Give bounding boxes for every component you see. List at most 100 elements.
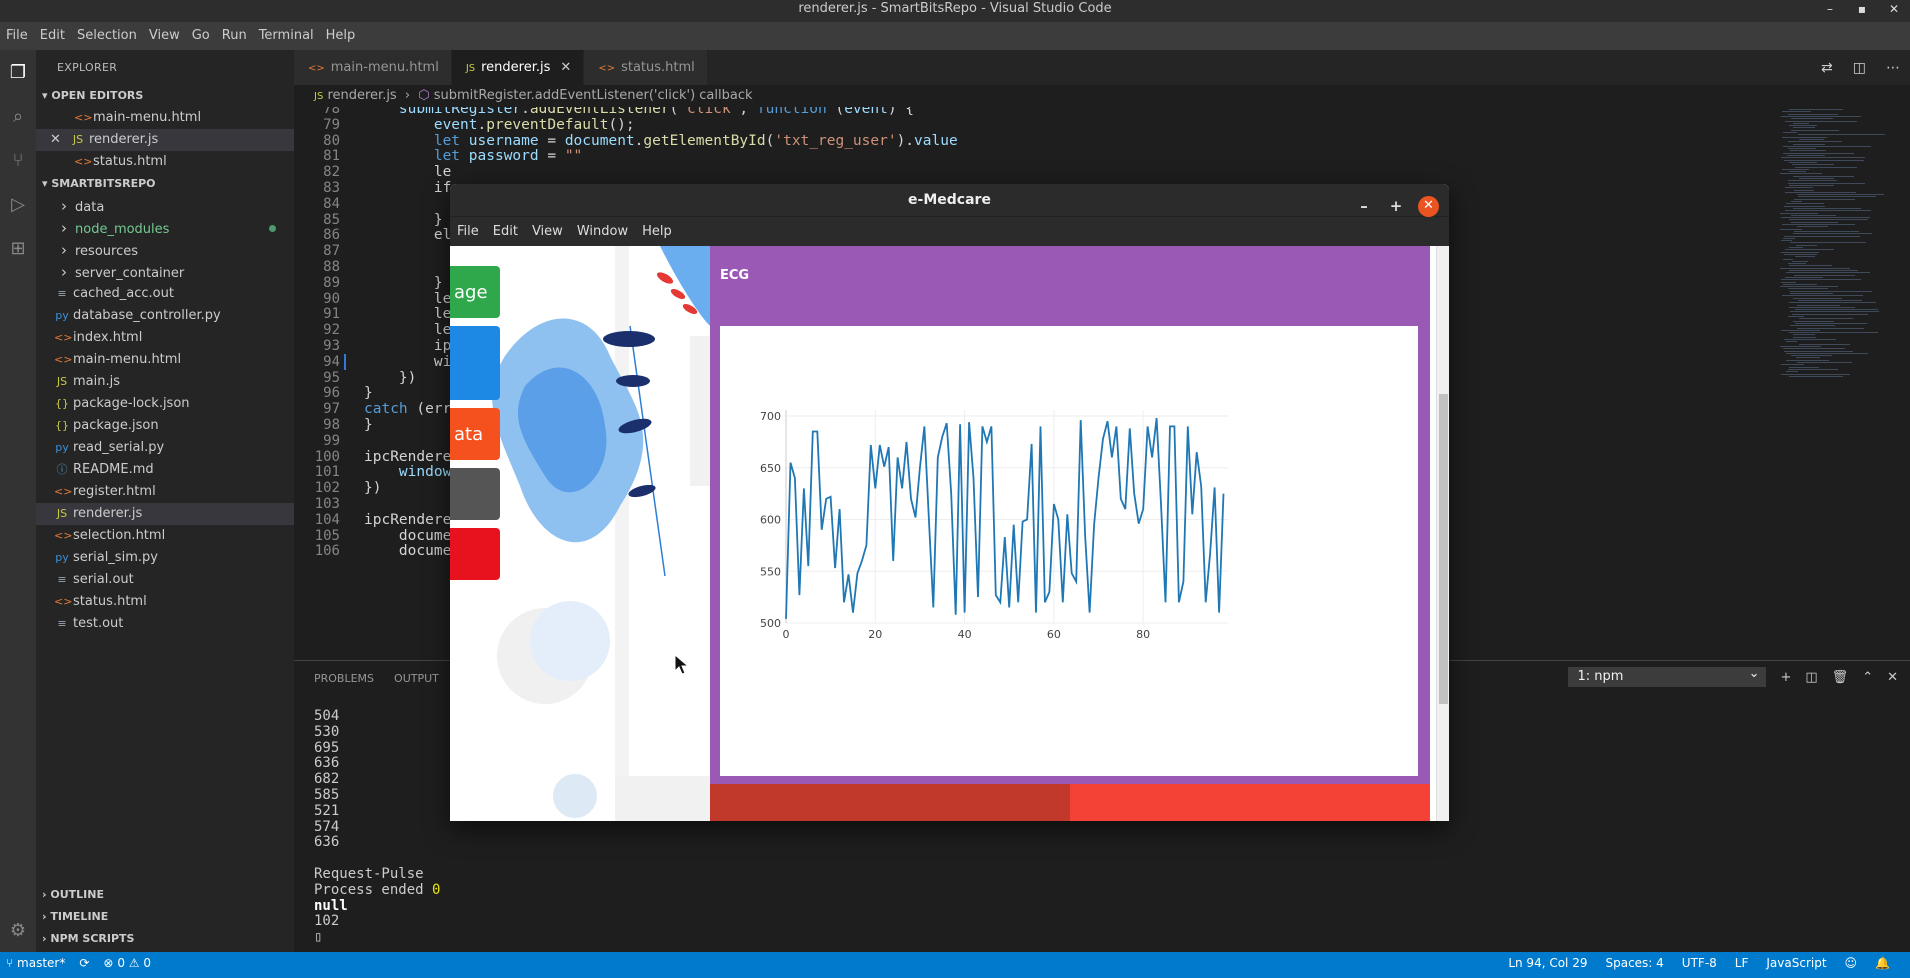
menu-file[interactable]: File <box>0 22 34 50</box>
extensions-icon[interactable]: ⊞ <box>0 226 36 270</box>
folder-item[interactable]: › resources <box>36 239 294 261</box>
file-item[interactable]: <>index.html <box>36 327 294 349</box>
outline-section[interactable]: › OUTLINE <box>36 884 294 906</box>
code-line[interactable]: window. <box>364 464 460 480</box>
breadcrumb-symbol[interactable]: submitRegister.addEventListener('click')… <box>434 88 753 103</box>
search-icon[interactable]: ⌕ <box>0 94 36 138</box>
explorer-icon[interactable]: ❐ <box>0 50 36 94</box>
tab-renderer[interactable]: JS renderer.js ✕ <box>451 50 585 85</box>
repo-section[interactable]: ▾ SMARTBITSREPO <box>36 173 294 195</box>
minimap[interactable] <box>1772 107 1910 660</box>
run-debug-icon[interactable]: ▷ <box>0 182 36 226</box>
menu-file[interactable]: File <box>450 224 486 239</box>
file-item[interactable]: <>main-menu.html <box>36 349 294 371</box>
file-item[interactable]: <>register.html <box>36 481 294 503</box>
open-editors-section[interactable]: ▾ OPEN EDITORS <box>36 85 294 107</box>
timeline-section[interactable]: › TIMELINE <box>36 906 294 928</box>
file-item[interactable]: py database_controller.py <box>36 305 294 327</box>
code-line[interactable]: ipcRendere <box>364 512 451 528</box>
gear-icon[interactable]: ⚙ <box>0 908 36 952</box>
menu-view[interactable]: View <box>525 224 570 239</box>
manage-button[interactable]: age <box>450 266 500 318</box>
maximize-icon[interactable]: ▪ <box>1846 0 1878 18</box>
code-line[interactable]: catch (err <box>364 401 451 417</box>
branch-item[interactable]: ⑂ master* <box>6 952 65 974</box>
split-editor-icon[interactable]: ◫ <box>1843 60 1876 76</box>
code-line[interactable]: } <box>364 275 443 291</box>
add-terminal-icon[interactable]: + <box>1780 670 1791 685</box>
menu-edit[interactable]: Edit <box>486 224 525 239</box>
menu-window[interactable]: Window <box>570 224 635 239</box>
indentation[interactable]: Spaces: 4 <box>1605 952 1663 974</box>
maximize-icon[interactable]: + <box>1386 190 1406 222</box>
code-line[interactable]: ip <box>364 338 451 354</box>
code-line[interactable]: le <box>364 322 451 338</box>
bell-icon[interactable]: 🔔 <box>1875 952 1890 974</box>
tab-status[interactable]: <> status.html <box>584 50 708 85</box>
minimize-icon[interactable]: – <box>1814 0 1846 18</box>
folder-item[interactable]: › node_modules <box>36 217 294 239</box>
split-terminal-icon[interactable]: ◫ <box>1805 670 1817 685</box>
menu-selection[interactable]: Selection <box>71 22 143 50</box>
code-line[interactable]: }) <box>364 480 381 496</box>
code-line[interactable]: }) <box>364 370 416 386</box>
file-item[interactable]: py read_serial.py <box>36 437 294 459</box>
code-line[interactable]: let password = "" <box>364 148 582 164</box>
close-icon[interactable]: ✕ <box>1887 670 1898 685</box>
file-item[interactable]: py serial_sim.py <box>36 547 294 569</box>
code-line[interactable]: docume <box>364 543 451 559</box>
close-icon[interactable]: ✕ <box>560 60 571 75</box>
menu-edit[interactable]: Edit <box>34 22 71 50</box>
file-item[interactable]: JS renderer.js <box>36 503 294 525</box>
code-line[interactable]: wi <box>364 354 451 370</box>
menu-help[interactable]: Help <box>320 22 362 50</box>
code-line[interactable]: le <box>364 291 451 307</box>
chevron-up-icon[interactable]: ⌃ <box>1862 670 1873 685</box>
code-line[interactable]: submitRegister.addEventListener('click',… <box>364 107 914 117</box>
red-button[interactable] <box>450 528 500 580</box>
folder-item[interactable]: › server_container <box>36 261 294 283</box>
file-item[interactable]: ≡ test.out <box>36 613 294 635</box>
file-item[interactable]: ≡ serial.out <box>36 569 294 591</box>
eol[interactable]: LF <box>1735 952 1749 974</box>
close-icon[interactable]: ✕ <box>1878 0 1910 18</box>
file-item[interactable]: ⓘ README.md <box>36 459 294 481</box>
menu-terminal[interactable]: Terminal <box>253 22 320 50</box>
menu-run[interactable]: Run <box>216 22 253 50</box>
folder-item[interactable]: › data <box>36 195 294 217</box>
tab-problems[interactable]: PROBLEMS <box>314 672 374 685</box>
terminal-output[interactable]: 504 530 695 636 682 585 521 574 636 Request-Pulse… <box>314 708 440 946</box>
code-line[interactable]: } <box>364 417 373 433</box>
open-editor-item[interactable]: <>status.html <box>36 151 294 173</box>
feedback-icon[interactable]: ☺ <box>1845 952 1858 974</box>
language-mode[interactable]: JavaScript <box>1766 952 1826 974</box>
close-icon[interactable]: ✕ <box>50 129 70 151</box>
gray-button[interactable] <box>450 468 500 520</box>
code-line[interactable]: ipcRendere <box>364 449 451 465</box>
menu-view[interactable]: View <box>143 22 186 50</box>
code-line[interactable]: docume <box>364 528 451 544</box>
cursor-position[interactable]: Ln 94, Col 29 <box>1508 952 1587 974</box>
open-editor-item[interactable]: ✕ JS renderer.js <box>36 129 294 151</box>
file-item[interactable]: <>status.html <box>36 591 294 613</box>
breadcrumb-file[interactable]: renderer.js <box>327 88 396 103</box>
more-icon[interactable]: ⋯ <box>1876 60 1910 76</box>
menu-go[interactable]: Go <box>186 22 216 50</box>
code-line[interactable]: let username = document.getElementById('… <box>364 133 958 149</box>
compare-icon[interactable]: ⇄ <box>1811 60 1843 76</box>
file-item[interactable]: {} package.json <box>36 415 294 437</box>
file-item[interactable]: {} package-lock.json <box>36 393 294 415</box>
menu-help[interactable]: Help <box>635 224 679 239</box>
tab-main-menu[interactable]: <> main-menu.html <box>294 50 452 85</box>
data-button[interactable]: ata <box>450 408 500 460</box>
file-item[interactable]: JS main.js <box>36 371 294 393</box>
close-icon[interactable]: ✕ <box>1418 195 1439 217</box>
code-line[interactable]: event.preventDefault(); <box>364 117 635 133</box>
source-control-icon[interactable]: ⑂ <box>0 138 36 182</box>
terminal-select[interactable]: 1: npm <box>1568 665 1767 687</box>
file-item[interactable]: <>selection.html <box>36 525 294 547</box>
problems-item[interactable]: ⊗ 0 ⚠ 0 <box>103 952 151 974</box>
npm-scripts-section[interactable]: › NPM SCRIPTS <box>36 928 294 950</box>
open-editor-item[interactable]: <>main-menu.html <box>36 107 294 129</box>
code-line[interactable]: if <box>364 180 451 196</box>
